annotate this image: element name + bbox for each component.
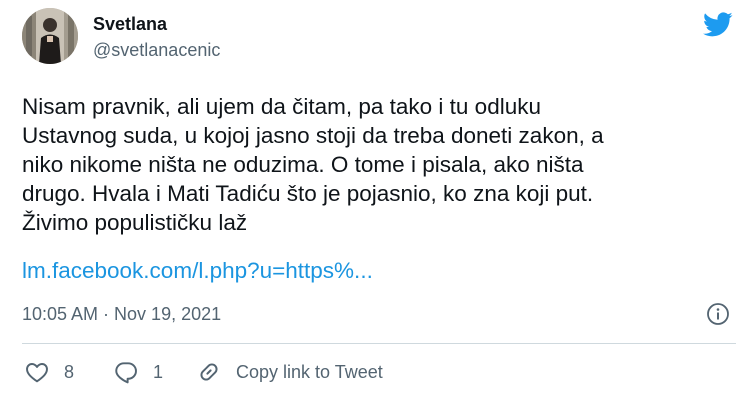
user-handle[interactable]: @svetlanacenic <box>93 40 220 61</box>
tweet-text: Nisam pravnik, ali ujem da čitam, pa tak… <box>22 94 604 235</box>
divider <box>22 343 736 344</box>
heart-icon <box>26 363 48 383</box>
twitter-bird-icon[interactable] <box>701 9 735 39</box>
like-button[interactable]: 8 <box>24 358 74 386</box>
display-name[interactable]: Svetlana <box>93 14 167 35</box>
copy-link-label: Copy link to Tweet <box>236 361 383 382</box>
info-icon[interactable] <box>706 302 730 326</box>
reply-icon <box>115 362 137 384</box>
avatar-photo <box>22 8 78 64</box>
tweet-link[interactable]: lm.facebook.com/l.php?u=https%... <box>22 256 373 285</box>
reply-button[interactable]: 1 <box>113 358 163 386</box>
copy-link-button[interactable]: Copy link to Tweet <box>196 358 383 386</box>
reply-count: 1 <box>153 361 164 382</box>
tweet-timestamp[interactable]: 10:05 AM · Nov 19, 2021 <box>22 304 221 325</box>
tweet-card: Svetlana @svetlanacenic Nisam pravnik, a… <box>0 0 754 400</box>
avatar[interactable] <box>22 8 78 64</box>
link-icon <box>200 363 218 381</box>
like-count: 8 <box>64 361 75 382</box>
